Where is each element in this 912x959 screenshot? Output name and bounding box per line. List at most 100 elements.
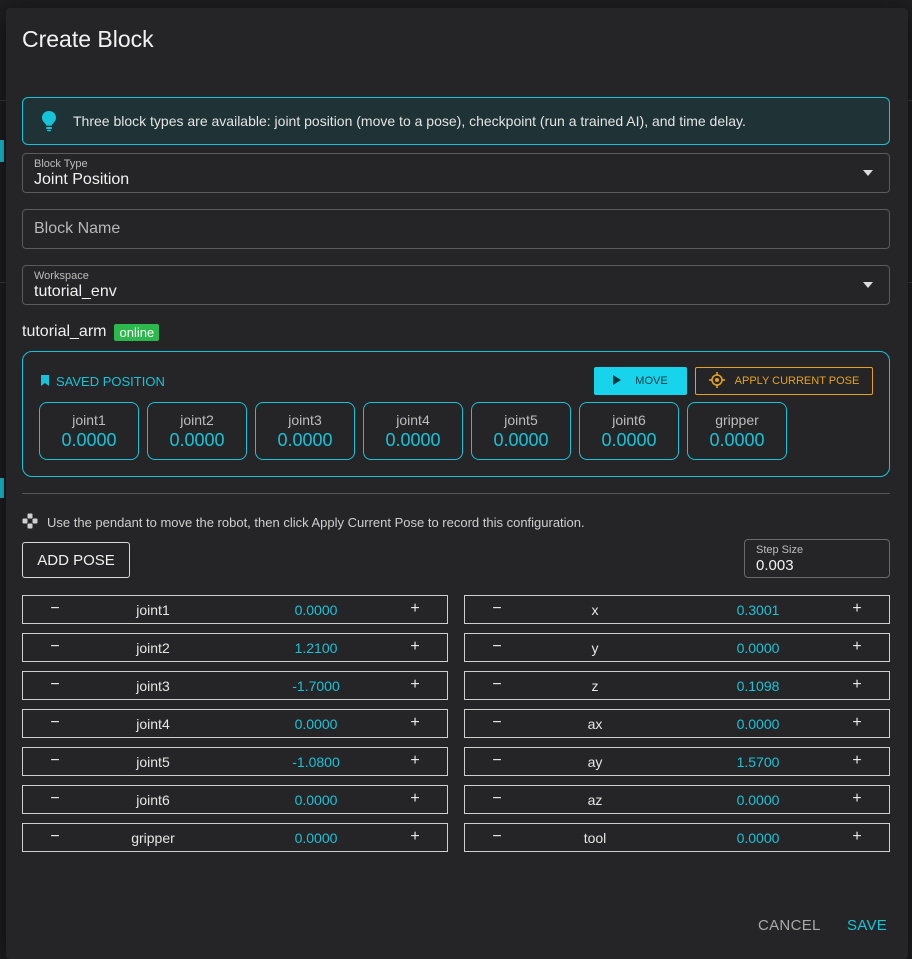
increment-button[interactable]: + [405, 752, 425, 770]
block-name-input[interactable]: Block Name [22, 209, 890, 249]
decrement-button[interactable]: − [487, 790, 507, 808]
cartesian-control-row: − ax 0.0000 + [464, 709, 890, 738]
decrement-button[interactable]: − [487, 676, 507, 694]
info-banner: Three block types are available: joint p… [22, 97, 890, 145]
joint-control-row: − joint4 0.0000 + [22, 709, 448, 738]
control-value: 0.0000 [736, 792, 780, 808]
control-name: joint2 [136, 640, 170, 656]
control-value: 0.0000 [294, 830, 338, 846]
apply-current-pose-button[interactable]: APPLY CURRENT POSE [695, 367, 873, 395]
add-pose-button[interactable]: ADD POSE [22, 542, 130, 578]
arm-status-row: tutorial_arm online [22, 323, 160, 341]
control-name: joint1 [136, 602, 170, 618]
increment-button[interactable]: + [847, 638, 867, 656]
background-accent [0, 140, 4, 162]
control-value: -1.0800 [292, 754, 340, 770]
increment-button[interactable]: + [405, 828, 425, 846]
arm-name: tutorial_arm [22, 323, 107, 340]
step-size-label: Step Size [756, 544, 804, 556]
control-value: 1.5700 [736, 754, 780, 770]
move-button-label: MOVE [635, 375, 668, 387]
decrement-button[interactable]: − [487, 752, 507, 770]
joint-control-row: − joint2 1.2100 + [22, 633, 448, 662]
joint-control-row: − joint6 0.0000 + [22, 785, 448, 814]
control-value: 0.0000 [736, 830, 780, 846]
cartesian-control-row: − y 0.0000 + [464, 633, 890, 662]
step-size-value: 0.003 [756, 557, 794, 574]
joint-control-row: − joint3 -1.7000 + [22, 671, 448, 700]
saved-joint-label: joint5 [504, 411, 538, 428]
control-value: 0.0000 [294, 716, 338, 732]
cartesian-control-row: − ay 1.5700 + [464, 747, 890, 776]
control-name: ay [587, 754, 603, 770]
saved-joint-label: joint4 [396, 411, 430, 428]
saved-joint-value: 0.0000 [601, 429, 657, 450]
increment-button[interactable]: + [405, 638, 425, 656]
section-divider [22, 493, 890, 494]
saved-joint-card: joint5 0.0000 [471, 402, 571, 460]
decrement-button[interactable]: − [487, 600, 507, 618]
cartesian-control-row: − x 0.3001 + [464, 595, 890, 624]
saved-joint-card: gripper 0.0000 [687, 402, 787, 460]
control-value: 0.0000 [736, 716, 780, 732]
saved-joint-value: 0.0000 [385, 429, 441, 450]
saved-position-panel: SAVED POSITION MOVE APPLY CURRENT POSE j… [22, 351, 890, 477]
control-name: y [591, 640, 599, 656]
control-name: joint4 [136, 716, 170, 732]
joint-control-row: − joint1 0.0000 + [22, 595, 448, 624]
control-name: tool [583, 830, 607, 846]
decrement-button[interactable]: − [45, 714, 65, 732]
saved-position-title: SAVED POSITION [41, 374, 165, 389]
decrement-button[interactable]: − [487, 714, 507, 732]
saved-joint-label: joint2 [180, 411, 214, 428]
control-value: 0.0000 [294, 602, 338, 618]
decrement-button[interactable]: − [45, 638, 65, 656]
block-type-select[interactable]: Block Type Joint Position [22, 153, 890, 193]
status-badge: online [114, 323, 160, 341]
increment-button[interactable]: + [847, 600, 867, 618]
move-button[interactable]: MOVE [594, 367, 687, 395]
joint-controls: − joint1 0.0000 + − joint2 1.2100 + − jo… [22, 595, 448, 852]
increment-button[interactable]: + [405, 676, 425, 694]
saved-joint-card: joint6 0.0000 [579, 402, 679, 460]
increment-button[interactable]: + [847, 790, 867, 808]
decrement-button[interactable]: − [487, 638, 507, 656]
workspace-value: tutorial_env [34, 283, 117, 300]
saved-joint-label: joint1 [72, 411, 106, 428]
save-button[interactable]: SAVE [847, 917, 887, 934]
cartesian-control-row: − z 0.1098 + [464, 671, 890, 700]
saved-joint-value: 0.0000 [61, 429, 117, 450]
block-type-label: Block Type [34, 158, 88, 170]
decrement-button[interactable]: − [487, 828, 507, 846]
joint-control-row: − gripper 0.0000 + [22, 823, 448, 852]
background-accent [0, 478, 4, 498]
increment-button[interactable]: + [847, 752, 867, 770]
saved-joint-card: joint3 0.0000 [255, 402, 355, 460]
saved-joint-cards: joint1 0.0000 joint2 0.0000 joint3 0.000… [39, 402, 787, 460]
increment-button[interactable]: + [847, 676, 867, 694]
control-name: gripper [131, 830, 175, 846]
crosshair-icon [708, 371, 725, 391]
pendant-hint-text: Use the pendant to move the robot, then … [47, 515, 585, 530]
increment-button[interactable]: + [405, 790, 425, 808]
info-text: Three block types are available: joint p… [73, 113, 746, 129]
decrement-button[interactable]: − [45, 828, 65, 846]
increment-button[interactable]: + [405, 714, 425, 732]
decrement-button[interactable]: − [45, 790, 65, 808]
decrement-button[interactable]: − [45, 600, 65, 618]
saved-joint-label: joint3 [288, 411, 322, 428]
saved-joint-card: joint2 0.0000 [147, 402, 247, 460]
increment-button[interactable]: + [847, 714, 867, 732]
increment-button[interactable]: + [405, 600, 425, 618]
control-value: 0.1098 [736, 678, 780, 694]
workspace-select[interactable]: Workspace tutorial_env [22, 265, 890, 305]
cancel-button[interactable]: CANCEL [758, 917, 821, 934]
control-value: -1.7000 [292, 678, 340, 694]
control-name: x [591, 602, 599, 618]
control-value: 1.2100 [294, 640, 338, 656]
saved-joint-card: joint4 0.0000 [363, 402, 463, 460]
step-size-input[interactable]: Step Size 0.003 [744, 539, 890, 578]
decrement-button[interactable]: − [45, 676, 65, 694]
decrement-button[interactable]: − [45, 752, 65, 770]
increment-button[interactable]: + [847, 828, 867, 846]
